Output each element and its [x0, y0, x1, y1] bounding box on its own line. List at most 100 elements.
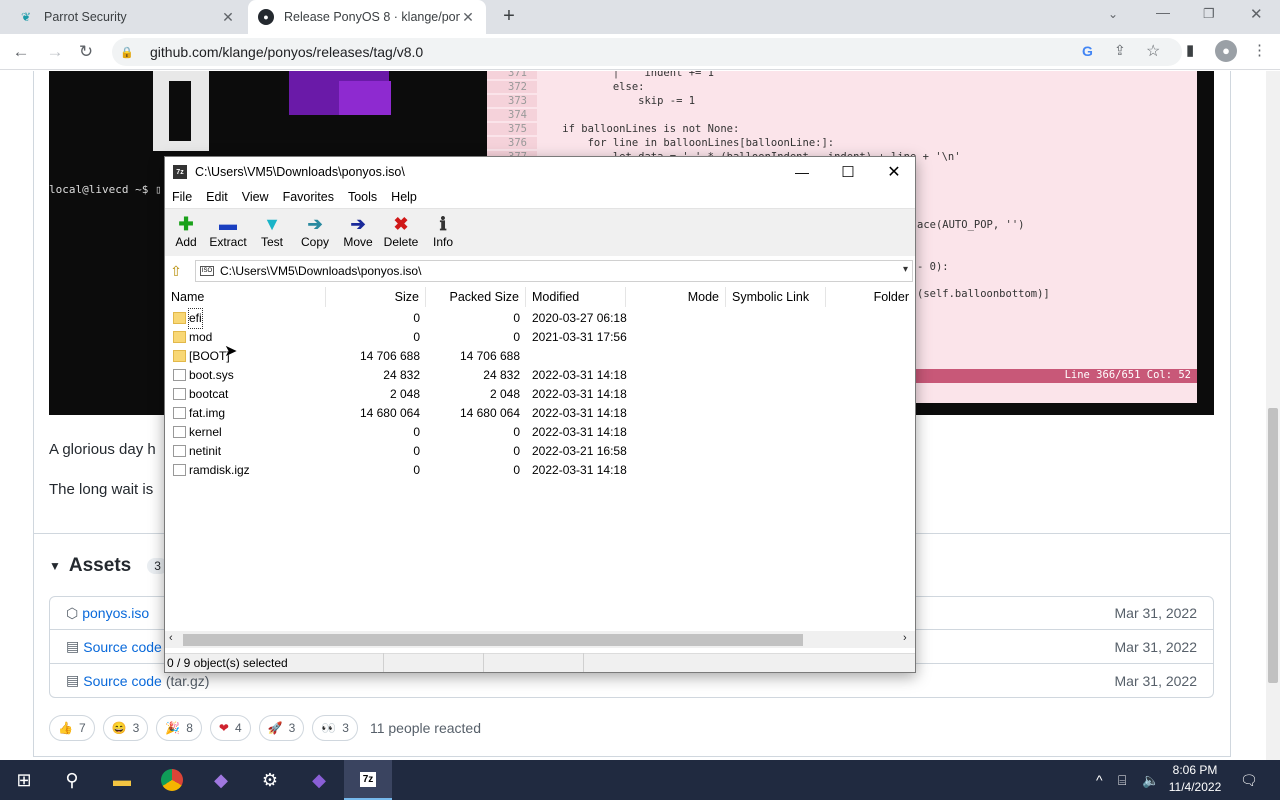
- asset-link[interactable]: Source code: [83, 673, 162, 689]
- file-row[interactable]: boot.sys 24 832 24 832 2022-03-31 14:18: [165, 366, 915, 385]
- share-icon[interactable]: ⇪: [1114, 42, 1126, 59]
- reaction-smile[interactable]: 😄 3: [102, 715, 149, 741]
- assets-toggle[interactable]: ▼ Assets 3: [49, 555, 168, 577]
- col-modified[interactable]: Modified: [526, 287, 626, 307]
- network-icon[interactable]: ⌸: [1118, 760, 1126, 800]
- col-folder[interactable]: Folder: [826, 287, 915, 307]
- eyes-icon: 👀: [321, 721, 337, 735]
- info-button[interactable]: ℹ Info: [421, 213, 465, 253]
- new-tab-button[interactable]: +: [496, 5, 522, 29]
- reload-icon[interactable]: ↻: [71, 34, 101, 70]
- tab-search-chevron-icon[interactable]: ⌄: [1108, 7, 1118, 21]
- asset-link[interactable]: ponyos.iso: [82, 605, 149, 621]
- extract-button[interactable]: ▬ Extract: [206, 213, 250, 253]
- reaction-tada[interactable]: 🎉 8: [156, 715, 202, 741]
- volume-icon[interactable]: 🔈: [1142, 760, 1159, 800]
- visual-studio-icon[interactable]: ◆: [295, 760, 343, 800]
- minimize-icon[interactable]: —: [1156, 4, 1170, 20]
- profile-avatar-icon[interactable]: ●: [1215, 40, 1237, 62]
- col-name[interactable]: Name: [165, 287, 326, 307]
- horizontal-scrollbar-thumb[interactable]: [183, 634, 803, 646]
- col-size[interactable]: Size: [326, 287, 426, 307]
- add-button[interactable]: ✚ Add: [164, 213, 208, 253]
- tab-parrot-security[interactable]: ❦ Parrot Security ✕: [8, 0, 246, 34]
- chevron-down-icon[interactable]: ▾: [903, 264, 908, 275]
- 7zip-taskbar-icon[interactable]: 7z: [344, 760, 392, 800]
- file-modified: 2020-03-27 06:18: [532, 311, 627, 325]
- close-window-icon[interactable]: ✕: [1250, 5, 1263, 23]
- address-bar[interactable]: 🔒 github.com/klange/ponyos/releases/tag/…: [112, 38, 1182, 66]
- reaction-rocket[interactable]: 🚀 3: [258, 715, 305, 741]
- file-row[interactable]: efi 0 0 2020-03-27 06:18: [165, 308, 915, 329]
- file-row[interactable]: ramdisk.igz 0 0 2022-03-31 14:18: [165, 461, 915, 480]
- file-row[interactable]: [BOOT] 14 706 688 14 706 688: [165, 347, 915, 366]
- close-icon[interactable]: ✕: [220, 9, 236, 26]
- notification-icon[interactable]: 🗨: [1240, 760, 1258, 800]
- back-icon[interactable]: ←: [6, 34, 36, 70]
- clock[interactable]: 8:06 PM 11/4/2022: [1160, 762, 1230, 796]
- window-title: C:\Users\VM5\Downloads\ponyos.iso\: [195, 165, 405, 179]
- menu-kebab-icon[interactable]: ⋮: [1252, 41, 1267, 59]
- pony-art-gap: [169, 81, 191, 141]
- maximize-icon[interactable]: ☐: [825, 157, 871, 187]
- col-symbolic-link[interactable]: Symbolic Link: [726, 287, 826, 307]
- tray-chevron-icon[interactable]: ^: [1096, 760, 1103, 800]
- file-modified: 2022-03-31 14:18: [532, 387, 627, 401]
- file-row[interactable]: fat.img 14 680 064 14 680 064 2022-03-31 14…: [165, 404, 915, 423]
- file-row[interactable]: kernel 0 0 2022-03-31 14:18: [165, 423, 915, 442]
- scroll-right-icon[interactable]: ›: [903, 632, 907, 644]
- file-row[interactable]: bootcat 2 048 2 048 2022-03-31 14:18: [165, 385, 915, 404]
- asset-link[interactable]: Source code: [83, 639, 162, 655]
- menu-tools[interactable]: Tools: [341, 190, 384, 204]
- scroll-left-icon[interactable]: ‹: [169, 632, 173, 644]
- folder-up-icon[interactable]: ⇧: [165, 260, 187, 282]
- start-icon[interactable]: ⊞: [0, 760, 48, 800]
- address-input[interactable]: ISO C:\Users\VM5\Downloads\ponyos.iso\ ▾: [195, 260, 913, 282]
- side-panel-icon[interactable]: ▮: [1186, 41, 1194, 59]
- menu-view[interactable]: View: [235, 190, 276, 204]
- minimize-icon[interactable]: —: [779, 157, 825, 187]
- test-button[interactable]: ▼ Test: [250, 213, 294, 253]
- close-icon[interactable]: ✕: [460, 9, 476, 26]
- close-icon[interactable]: ✕: [871, 157, 917, 187]
- menu-help[interactable]: Help: [384, 190, 424, 204]
- col-packed-size[interactable]: Packed Size: [426, 287, 526, 307]
- tab-title: Release PonyOS 8 · klange/ponyos: [284, 10, 460, 24]
- chrome-icon[interactable]: [148, 760, 196, 800]
- forward-icon[interactable]: →: [40, 34, 70, 70]
- file-icon: [173, 426, 186, 438]
- restore-icon[interactable]: ❐: [1203, 6, 1215, 22]
- file-row[interactable]: mod 0 0 2021-03-31 17:56: [165, 328, 915, 347]
- file-size: 0: [413, 311, 420, 325]
- move-icon: ➔: [350, 214, 366, 234]
- file-name: mod: [189, 330, 213, 344]
- menu-file[interactable]: File: [165, 190, 199, 204]
- page-scrollbar-thumb[interactable]: [1268, 408, 1278, 683]
- file-size: 14 706 688: [359, 349, 420, 363]
- menu-edit[interactable]: Edit: [199, 190, 235, 204]
- asset-date: Mar 31, 2022: [1114, 638, 1198, 655]
- github-icon: ●: [258, 9, 274, 25]
- folder-icon: [173, 331, 186, 343]
- search-icon[interactable]: ⚲: [48, 760, 96, 800]
- smile-icon: 😄: [111, 721, 127, 735]
- file-packed-size: 0: [513, 444, 520, 458]
- visual-studio-icon[interactable]: ◆: [197, 760, 245, 800]
- delete-button[interactable]: ✖ Delete: [379, 213, 423, 253]
- settings-icon[interactable]: ⚙: [246, 760, 294, 800]
- bookmark-star-icon[interactable]: ☆: [1146, 41, 1160, 61]
- reaction-heart[interactable]: ❤ 4: [209, 715, 251, 741]
- google-lens-icon[interactable]: G: [1082, 43, 1093, 59]
- 7zip-toolbar: ✚ Add ▬ Extract ▼ Test ➔ Copy ➔ Move ✖ Delete …: [165, 208, 915, 256]
- move-button[interactable]: ➔ Move: [336, 213, 380, 253]
- reaction-eyes[interactable]: 👀 3: [312, 715, 358, 741]
- file-row[interactable]: netinit 0 0 2022-03-21 16:58: [165, 442, 915, 461]
- tab-ponyos-release[interactable]: ● Release PonyOS 8 · klange/ponyos ✕: [248, 0, 486, 34]
- copy-button[interactable]: ➔ Copy: [293, 213, 337, 253]
- file-explorer-icon[interactable]: ▬: [98, 760, 146, 800]
- menu-favorites[interactable]: Favorites: [276, 190, 341, 204]
- reaction-thumbs-up[interactable]: 👍 7: [49, 715, 95, 741]
- file-modified: 2022-03-21 16:58: [532, 444, 627, 458]
- col-mode[interactable]: Mode: [626, 287, 726, 307]
- file-packed-size: 0: [513, 463, 520, 477]
